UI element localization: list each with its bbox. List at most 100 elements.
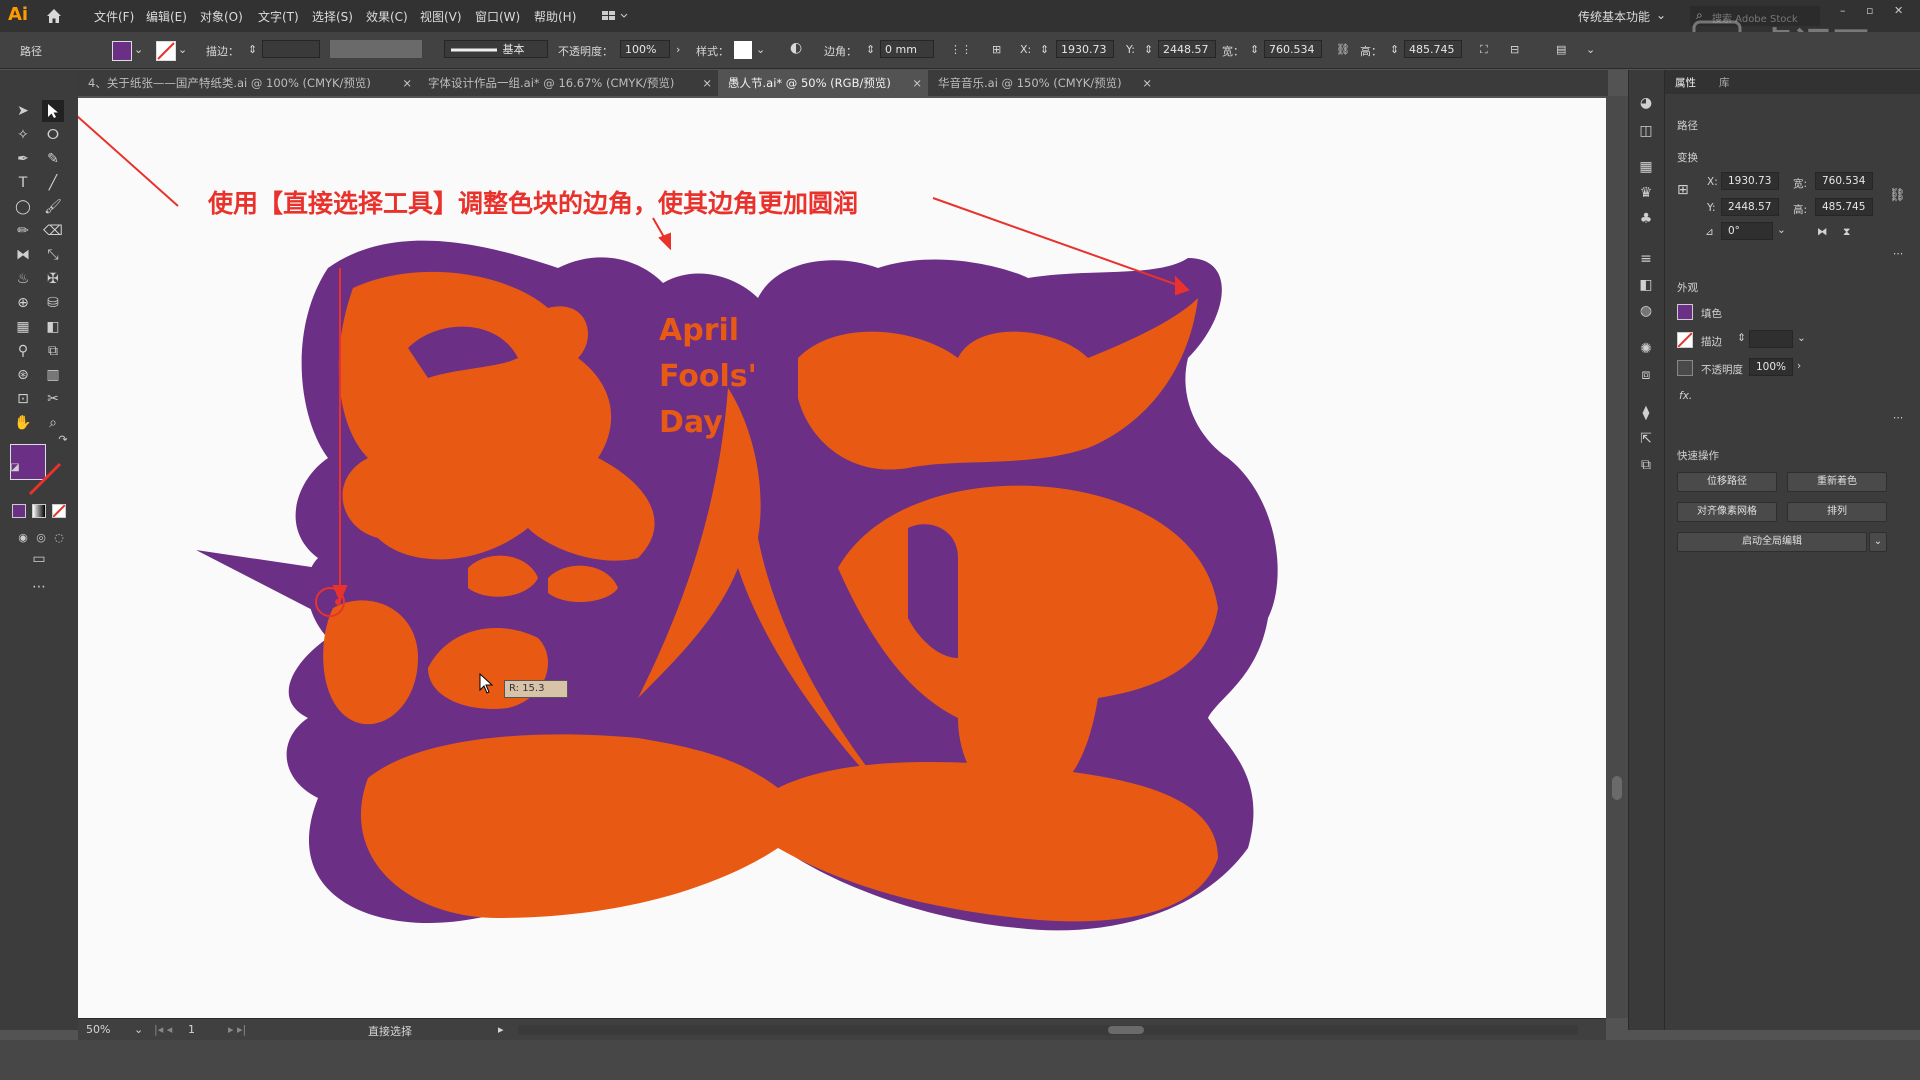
y-input[interactable]: 2448.57	[1158, 40, 1216, 58]
props-y-input[interactable]: 2448.57	[1721, 198, 1779, 216]
stepper-icon[interactable]: ⇕	[1040, 43, 1049, 56]
global-edit-button[interactable]: 启动全局编辑	[1677, 532, 1867, 552]
chevron-right-icon[interactable]: ▸	[498, 1023, 504, 1036]
scale-tool-icon[interactable]: ⤡	[42, 244, 64, 266]
align-icon[interactable]: ⋮⋮	[950, 43, 972, 56]
variable-width-profile[interactable]	[330, 40, 422, 58]
more-icon[interactable]: ⋯	[1893, 412, 1904, 424]
stroke-swatch[interactable]	[156, 41, 176, 61]
stepper-icon[interactable]: ⇕	[866, 43, 875, 56]
fx-button[interactable]: fx.	[1679, 390, 1692, 402]
gradient-tool-icon[interactable]: ◧	[42, 316, 64, 338]
horizontal-scrollbar[interactable]	[518, 1025, 1578, 1035]
reflect-tool-icon[interactable]: ⧓	[12, 244, 34, 266]
draw-inside-icon[interactable]: ◌	[48, 526, 70, 548]
props-h-input[interactable]: 485.745	[1815, 198, 1873, 216]
artboard-tool-icon[interactable]: ⊡	[12, 388, 34, 410]
symbol-sprayer-icon[interactable]: ⊛	[12, 364, 34, 386]
appearance-icon[interactable]: ✺	[1635, 338, 1657, 360]
pen-tool-icon[interactable]: ✒	[12, 148, 34, 170]
props-stroke-width[interactable]	[1749, 330, 1793, 348]
w-input[interactable]: 760.534	[1264, 40, 1322, 58]
gradient-mode-icon[interactable]	[32, 504, 46, 518]
opacity-input[interactable]: 100%	[620, 40, 670, 58]
align-pixel-grid-button[interactable]: 对齐像素网格	[1677, 502, 1777, 522]
ellipse-tool-icon[interactable]: ◯	[12, 196, 34, 218]
blend-tool-icon[interactable]: ⧉	[42, 340, 64, 362]
tab-document-active[interactable]: 愚人节.ai* @ 50% (RGB/预览) ×	[718, 70, 928, 96]
mesh-tool-icon[interactable]: ▦	[12, 316, 34, 338]
stroke-width-input[interactable]	[262, 40, 320, 58]
menu-help[interactable]: 帮助(H)	[534, 8, 576, 25]
transform-icon[interactable]: ⛶	[1480, 43, 1488, 57]
brushes-icon[interactable]: ♛	[1635, 182, 1657, 204]
symbols-icon[interactable]: ♣	[1635, 208, 1657, 230]
reference-point-icon[interactable]: ⊞	[1677, 182, 1689, 198]
artboards-icon[interactable]: ⧉	[1635, 454, 1657, 476]
transparency-icon[interactable]: ◍	[1635, 300, 1657, 322]
link-proportions-icon[interactable]: ⛓	[1336, 43, 1350, 56]
first-page-icon[interactable]: |◂ ◂	[154, 1023, 172, 1036]
corner-input[interactable]: 0 mm	[880, 40, 934, 58]
arrange-button[interactable]: 排列	[1787, 502, 1887, 522]
offset-path-button[interactable]: 位移路径	[1677, 472, 1777, 492]
chevron-down-icon[interactable]: ⌄	[1777, 224, 1786, 236]
home-icon[interactable]	[44, 6, 64, 26]
align-options-icon[interactable]: ⊟	[1510, 43, 1519, 56]
default-colors-icon[interactable]: ◪	[4, 456, 26, 478]
link-icon[interactable]: ⛓	[1889, 188, 1906, 203]
chevron-down-icon[interactable]: ⌄	[1586, 43, 1595, 56]
hand-tool-icon[interactable]: ✋	[12, 412, 34, 434]
graph-tool-icon[interactable]: ▥	[42, 364, 64, 386]
next-page-icon[interactable]: ▸ ▸|	[228, 1023, 246, 1036]
paintbrush-icon[interactable]: 🖌	[42, 196, 64, 218]
props-angle-input[interactable]: 0°	[1721, 222, 1773, 240]
stepper-icon[interactable]: ⇕	[248, 43, 257, 56]
artboard[interactable]: 使用【直接选择工具】调整色块的边角，使其边角更加圆润 April Fools' …	[78, 98, 1606, 1018]
more-icon[interactable]: ⋯	[1893, 248, 1904, 260]
workspace-switcher[interactable]: 传统基本功能	[1578, 8, 1650, 25]
live-paint-icon[interactable]: ⛁	[42, 292, 64, 314]
menu-object[interactable]: 对象(O)	[200, 8, 243, 25]
graphic-styles-icon[interactable]: ⧈	[1635, 364, 1657, 386]
stepper-icon[interactable]: ⇕	[1390, 43, 1399, 56]
eraser-icon[interactable]: ⌫	[42, 220, 64, 242]
type-tool-icon[interactable]: T	[12, 172, 34, 194]
menu-select[interactable]: 选择(S)	[312, 8, 353, 25]
magic-wand-icon[interactable]: ✧	[12, 124, 34, 146]
props-w-input[interactable]: 760.534	[1815, 172, 1873, 190]
fill-swatch[interactable]	[112, 41, 132, 61]
menu-view[interactable]: 视图(V)	[420, 8, 462, 25]
close-icon[interactable]: ×	[702, 70, 712, 96]
gradient-panel-icon[interactable]: ◧	[1635, 274, 1657, 296]
pencil-icon[interactable]: ✏	[12, 220, 34, 242]
chevron-down-icon[interactable]: ⌄	[178, 43, 187, 56]
close-icon[interactable]: ×	[912, 70, 922, 96]
stepper-icon[interactable]: ⇕	[1737, 332, 1746, 344]
menu-effect[interactable]: 效果(C)	[366, 8, 408, 25]
curvature-tool-icon[interactable]: ✎	[42, 148, 64, 170]
none-mode-icon[interactable]	[52, 504, 66, 518]
swap-colors-icon[interactable]: ↷	[52, 428, 74, 450]
lasso-icon[interactable]: ⵔ	[42, 124, 64, 146]
props-fill-swatch[interactable]	[1677, 304, 1693, 320]
flip-vertical-icon[interactable]: ⧗	[1843, 226, 1850, 239]
stepper-icon[interactable]: ⇕	[1144, 43, 1153, 56]
shape-builder-icon[interactable]: ⊕	[12, 292, 34, 314]
chevron-down-icon[interactable]: ⌄	[134, 1023, 143, 1036]
style-swatch[interactable]	[734, 41, 752, 59]
reference-point-icon[interactable]: ⊞	[992, 43, 1001, 56]
menu-edit[interactable]: 编辑(E)	[146, 8, 187, 25]
layers-icon[interactable]: ⧫	[1635, 402, 1657, 424]
recolor-icon[interactable]: ◐	[790, 40, 802, 56]
isolate-icon[interactable]: ▤	[1556, 43, 1566, 56]
tab-document[interactable]: 字体设计作品一组.ai* @ 16.67% (CMYK/预览) ×	[418, 70, 718, 96]
export-icon[interactable]: ⇱	[1635, 428, 1657, 450]
chevron-right-icon[interactable]: ›	[1797, 360, 1801, 372]
layout-switch-icon[interactable]	[600, 8, 630, 24]
h-input[interactable]: 485.745	[1404, 40, 1462, 58]
chevron-down-icon[interactable]: ⌄	[1656, 8, 1666, 22]
brush-style-select[interactable]: 基本	[444, 40, 548, 58]
scroll-thumb[interactable]	[1108, 1026, 1144, 1034]
vertical-scrollbar[interactable]	[1606, 96, 1628, 1018]
